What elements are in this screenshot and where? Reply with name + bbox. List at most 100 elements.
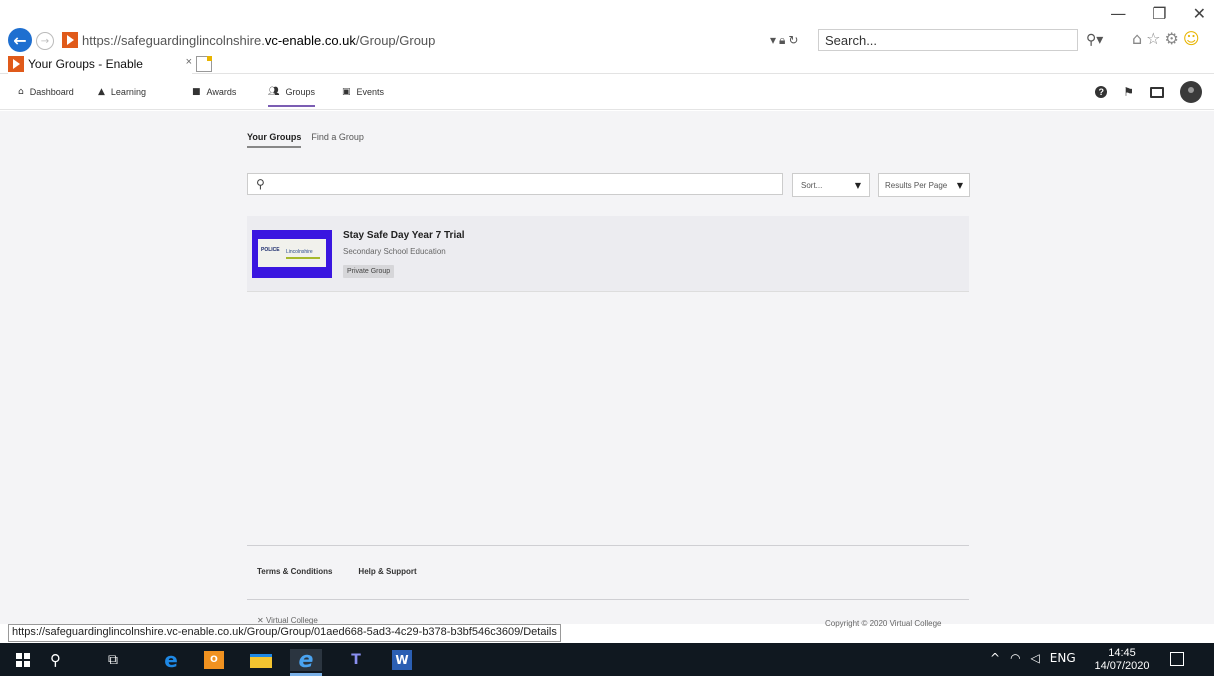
browser-tab-row: Your Groups - Enable × [0, 54, 1214, 74]
browser-search-placeholder: Search... [825, 33, 878, 48]
nav-item-groups[interactable]: 👥︎ Groups [268, 74, 315, 110]
caret-down-icon: ▼ [956, 180, 963, 190]
window-controls: — ❐ ✕ [1110, 4, 1206, 23]
nav-item-events[interactable]: ▣ Events [342, 74, 384, 110]
users-icon: 👥︎ [268, 87, 280, 97]
window-titlebar: — ❐ ✕ [0, 0, 1214, 26]
arrow-right-icon: → [40, 35, 50, 47]
language-indicator[interactable]: ENG [1050, 651, 1076, 665]
award-icon: ■ [192, 87, 201, 97]
logo-underline [286, 257, 320, 259]
address-tools: ▾🔒︎↻ [770, 33, 801, 48]
browser-toolbar-icons: ⌂ ☆ ⚙ ☺ [1132, 29, 1200, 48]
flag-icon[interactable]: ⚑ [1123, 85, 1134, 99]
nav-item-awards[interactable]: ■ Awards [192, 74, 236, 110]
nav-right-tools: ? ⚑ [1095, 81, 1202, 103]
windows-start-icon[interactable] [16, 653, 30, 667]
wifi-icon[interactable]: ◠ [1010, 651, 1020, 665]
task-view-icon[interactable]: ⧉ [108, 649, 118, 671]
taskbar-search-icon[interactable]: ⚲ [50, 649, 61, 671]
url-domain: vc-enable.co.uk [264, 33, 356, 48]
footer-divider [247, 545, 969, 546]
group-thumbnail: POLICE Lincolnshire [252, 230, 332, 278]
graduation-cap-icon: ▲ [98, 87, 105, 97]
teams-icon[interactable]: T [346, 649, 366, 671]
new-tab-button[interactable] [196, 56, 212, 72]
results-per-page-select[interactable]: Results Per Page ▼ [878, 173, 970, 197]
file-explorer-icon[interactable] [250, 654, 272, 668]
dropdown-arrow-icon[interactable]: ▾ [770, 33, 779, 47]
minimize-button[interactable]: — [1110, 4, 1126, 23]
chevron-up-icon[interactable]: ^ [990, 651, 1000, 665]
lock-icon[interactable]: 🔒︎ [779, 33, 788, 47]
taskbar-clock[interactable]: 14:45 14/07/2020 [1092, 647, 1152, 673]
search-dropdown-icon[interactable]: ▾ [1096, 32, 1103, 48]
caret-down-icon: ▼ [854, 180, 861, 190]
group-card[interactable]: POLICE Lincolnshire Stay Safe Day Year 7… [247, 216, 969, 292]
police-logo: POLICE [261, 247, 280, 253]
home-icon[interactable]: ⌂ [1132, 29, 1142, 48]
back-button[interactable]: ← [8, 28, 32, 52]
terms-link[interactable]: Terms & Conditions [257, 567, 332, 576]
group-search-input[interactable]: ⚲ [247, 173, 783, 195]
url-prefix: https://safeguardinglincolnshire. [82, 33, 265, 48]
main-content: Your Groups Find a Group ⚲ Sort... ▼ Res… [0, 111, 1214, 628]
url-path: /Group/Group [355, 33, 436, 48]
address-bar[interactable]: https://safeguardinglincolnshire.vc-enab… [82, 33, 435, 48]
system-tray: ^ ◠ ◁ ENG [990, 651, 1076, 665]
star-icon[interactable]: ☆ [1146, 29, 1160, 48]
nav-label: Events [356, 87, 385, 97]
search-icon: ⚲ [256, 177, 265, 191]
nav-label: Awards [206, 87, 237, 97]
windows-taskbar: ⚲ ⧉ e O e T W ^ ◠ ◁ ENG 14:45 14/07/2020 [0, 643, 1214, 676]
notification-center-icon[interactable] [1170, 652, 1184, 666]
forward-button[interactable]: → [36, 32, 54, 50]
thumbnail-logo-panel: POLICE Lincolnshire [258, 239, 326, 267]
nav-label: Dashboard [29, 87, 74, 97]
restore-button[interactable]: ❐ [1152, 4, 1166, 23]
search-tools: ⚲▾ [1086, 32, 1103, 48]
internet-explorer-icon[interactable]: e [290, 648, 322, 673]
lincolnshire-logo: Lincolnshire [286, 249, 313, 255]
clock-date: 14/07/2020 [1094, 660, 1150, 672]
results-per-page-label: Results Per Page [885, 180, 948, 190]
nav-item-learning[interactable]: ▲ Learning [98, 74, 146, 110]
volume-icon[interactable]: ◁ [1031, 651, 1040, 665]
status-bar-link-tooltip: https://safeguardinglincolnshire.vc-enab… [8, 624, 561, 642]
tab-title: Your Groups - Enable [28, 57, 143, 71]
avatar[interactable] [1180, 81, 1202, 103]
sort-select[interactable]: Sort... ▼ [792, 173, 870, 197]
site-favicon-icon [62, 32, 78, 48]
group-subtitle: Secondary School Education [343, 247, 446, 256]
outlook-icon[interactable]: O [204, 651, 224, 669]
browser-tab[interactable]: Your Groups - Enable × [8, 54, 192, 74]
message-icon[interactable] [1150, 86, 1164, 98]
close-window-button[interactable]: ✕ [1193, 4, 1206, 23]
footer-divider [247, 599, 969, 600]
refresh-icon[interactable]: ↻ [788, 33, 801, 47]
close-tab-icon[interactable]: × [186, 56, 192, 68]
tab-your-groups[interactable]: Your Groups [247, 132, 302, 148]
group-title[interactable]: Stay Safe Day Year 7 Trial [343, 230, 465, 241]
clock-time: 14:45 [1108, 647, 1136, 659]
gear-icon[interactable]: ⚙ [1165, 29, 1179, 48]
home-icon: ⌂ [18, 87, 24, 97]
help-support-link[interactable]: Help & Support [358, 567, 416, 576]
smiley-feedback-icon[interactable]: ☺ [1183, 29, 1200, 48]
search-icon[interactable]: ⚲ [1086, 32, 1096, 48]
tab-find-a-group[interactable]: Find a Group [311, 132, 364, 148]
footer-links: Terms & Conditions Help & Support [257, 567, 417, 576]
nav-label: Learning [110, 87, 146, 97]
word-icon[interactable]: W [392, 650, 412, 670]
private-group-badge: Private Group [343, 265, 395, 278]
help-icon[interactable]: ? [1095, 86, 1108, 98]
sort-label: Sort... [801, 180, 823, 190]
nav-item-dashboard[interactable]: ⌂ Dashboard [18, 74, 74, 110]
browser-search-input[interactable]: Search... [818, 29, 1078, 51]
app-navbar: ⌂ Dashboard ▲ Learning ■ Awards 👥︎ Group… [0, 74, 1214, 110]
copyright-text: Copyright © 2020 Virtual College [825, 619, 942, 628]
edge-browser-icon[interactable]: e [160, 648, 182, 672]
group-subtabs: Your Groups Find a Group [247, 132, 364, 148]
arrow-left-icon: ← [13, 30, 27, 50]
tab-favicon-icon [8, 56, 24, 72]
